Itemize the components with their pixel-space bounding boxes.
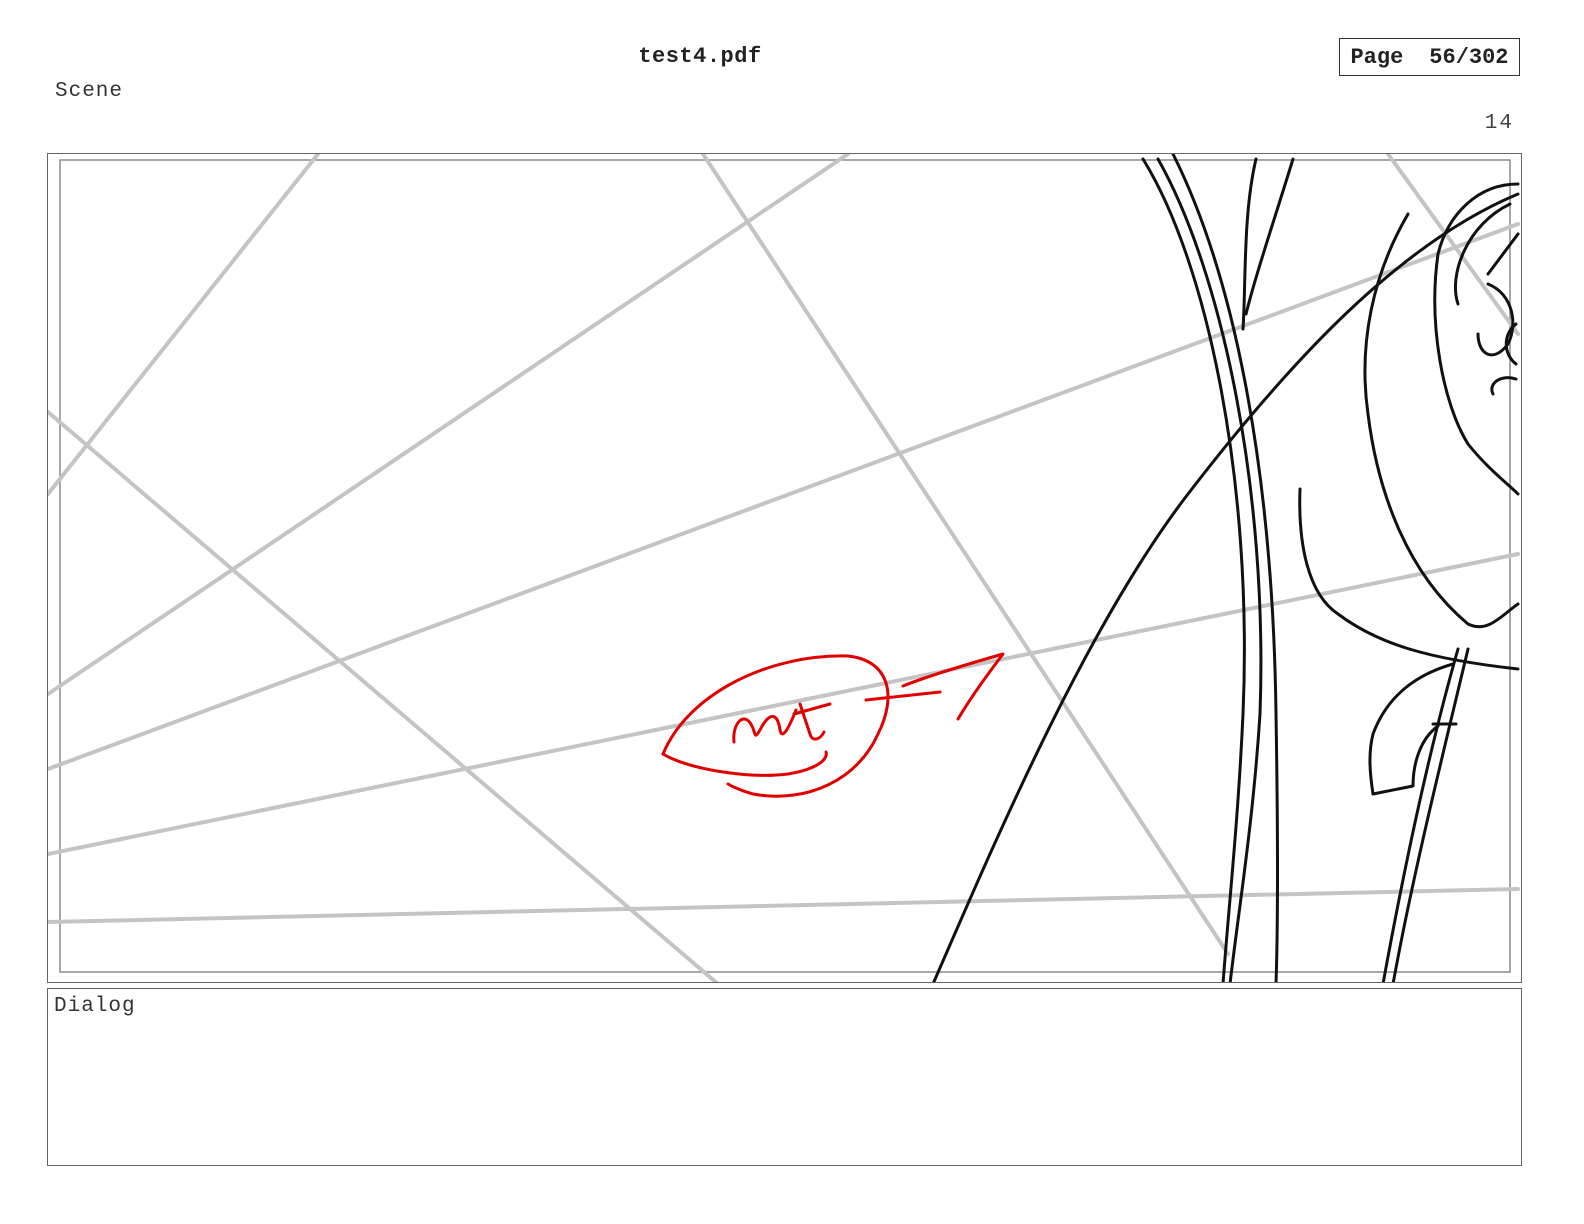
document-title: test4.pdf [638,44,762,69]
character-sketch [932,154,1520,982]
dialog-label: Dialog [54,995,136,1018]
page-indicator: Page 56/302 [1339,38,1520,76]
scene-number: 14 [1484,112,1514,135]
perspective-guides [48,154,1520,982]
page-number: 56/302 [1429,44,1509,70]
page-label: Page [1350,44,1404,70]
dialog-box[interactable]: Dialog [47,988,1522,1166]
storyboard-sketch [48,154,1520,982]
storyboard-panel [47,153,1522,983]
scene-label: Scene [55,80,124,103]
red-annotation [661,652,1005,798]
